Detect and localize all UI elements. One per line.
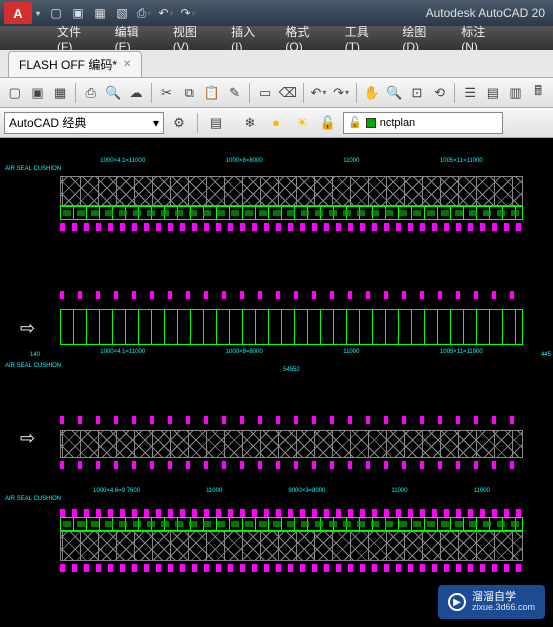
- arrow-icon: ⇨: [20, 428, 35, 449]
- menubar: 文件(F) 编辑(E) 视图(V) 插入(I) 格式(O) 工具(T) 绘图(D…: [0, 26, 553, 50]
- tab-active-document[interactable]: FLASH OFF 编码* ✕: [8, 51, 142, 77]
- zoom-window-icon[interactable]: ⊡: [406, 82, 428, 104]
- air-seal-label: AIR SEAL CUSHION: [5, 496, 61, 502]
- open-icon[interactable]: ▣: [68, 3, 88, 23]
- gear-icon[interactable]: ⚙: [168, 112, 190, 134]
- dimension-ticks: [60, 223, 523, 231]
- block-icon[interactable]: ▭: [254, 82, 276, 104]
- layer-current-name: nctplan: [380, 117, 415, 129]
- drawing-content: AIR SEAL CUSHION 1000×4.1=11000 1000×8=8…: [0, 138, 553, 627]
- separator: [75, 83, 76, 103]
- layer-state-icon[interactable]: ❄: [239, 112, 261, 134]
- drawing-canvas[interactable]: AIR SEAL CUSHION 1000×4.1=11000 1000×8=8…: [0, 138, 553, 627]
- calc-icon[interactable]: 🖩: [527, 82, 549, 104]
- watermark-badge: ▶ 溜溜自学 zixue.3d66.com: [438, 585, 545, 619]
- preview-icon[interactable]: 🔍: [103, 82, 125, 104]
- air-seal-label: AIR SEAL CUSHION: [5, 363, 61, 369]
- menu-dimension[interactable]: 标注(N): [449, 23, 508, 54]
- layer-dropdown[interactable]: 🔓 nctplan: [343, 112, 503, 134]
- dim-left-label: 140: [30, 352, 40, 358]
- separator: [356, 83, 357, 103]
- chevron-down-icon: ▾: [153, 116, 159, 130]
- new-file-icon[interactable]: ▢: [4, 82, 26, 104]
- dimension-row: 1000×4.1=11000 1000×8=8000 11000 1005×11…: [60, 158, 523, 176]
- undo-icon[interactable]: ↶: [156, 3, 176, 23]
- open-file-icon[interactable]: ▣: [27, 82, 49, 104]
- separator: [303, 83, 304, 103]
- copy-icon[interactable]: ⧉: [178, 82, 200, 104]
- eraser-icon[interactable]: ⌫: [277, 82, 299, 104]
- dimension-ticks: [60, 564, 523, 572]
- publish-icon[interactable]: ☁: [125, 82, 147, 104]
- workspace-toolbar: AutoCAD 经典 ▾ ⚙ ▤ ❄ ● ☀ 🔓 🔓 nctplan: [0, 108, 553, 138]
- document-tabbar: FLASH OFF 编码* ✕: [0, 50, 553, 78]
- menu-insert[interactable]: 插入(I): [219, 23, 273, 54]
- dimension-row: 1000×4.1=11000 1000×8=8000 11000 1005×11…: [60, 349, 523, 367]
- menu-edit[interactable]: 编辑(E): [103, 23, 161, 54]
- new-icon[interactable]: ▢: [46, 3, 66, 23]
- zoom-prev-icon[interactable]: ⟲: [429, 82, 451, 104]
- truss-elevation: [60, 531, 523, 561]
- save-file-icon[interactable]: ▦: [49, 82, 71, 104]
- layer-sun-icon[interactable]: ☀: [291, 112, 313, 134]
- menu-draw[interactable]: 绘图(D): [390, 23, 449, 54]
- lock-icon: 🔓: [348, 116, 362, 129]
- quick-access-toolbar: ▢ ▣ ▦ ▧ ⎙ ↶ ↷: [46, 3, 198, 23]
- separator: [249, 83, 250, 103]
- zoom-icon[interactable]: 🔍: [384, 82, 406, 104]
- truss-plan: [60, 430, 523, 458]
- print-icon[interactable]: ⎙: [80, 82, 102, 104]
- match-icon[interactable]: ✎: [224, 82, 246, 104]
- dim-right-label: 445: [541, 352, 551, 358]
- sheet-icon[interactable]: ▤: [482, 82, 504, 104]
- app-title: Autodesk AutoCAD 20: [198, 6, 549, 20]
- workspace-selected-label: AutoCAD 经典: [9, 114, 86, 131]
- separator: [151, 83, 152, 103]
- properties-icon[interactable]: ☰: [459, 82, 481, 104]
- redo-button[interactable]: ↷: [330, 82, 352, 104]
- truss-elevation: [60, 176, 523, 206]
- separator: [454, 83, 455, 103]
- layer-lock-icon[interactable]: 🔓: [317, 112, 339, 134]
- cut-icon[interactable]: ✂: [156, 82, 178, 104]
- tab-label: FLASH OFF 编码*: [19, 56, 117, 73]
- dimension-ticks: [60, 291, 523, 299]
- layer-lightbulb-icon[interactable]: ●: [265, 112, 287, 134]
- play-icon: ▶: [448, 593, 466, 611]
- truss-base: [60, 517, 523, 531]
- paste-icon[interactable]: 📋: [201, 82, 223, 104]
- dimension-ticks: [60, 461, 523, 469]
- pan-icon[interactable]: ✋: [361, 82, 383, 104]
- undo-button[interactable]: ↶: [308, 82, 330, 104]
- total-dim: 54552: [60, 367, 523, 385]
- dimension-row: 1000×4.6=9 7600 11000 9000×3=8000 11000 …: [60, 488, 523, 506]
- dimension-ticks: [60, 509, 523, 517]
- plan-view: [60, 309, 523, 345]
- dimension-ticks: [60, 416, 523, 424]
- workspace-dropdown[interactable]: AutoCAD 经典 ▾: [4, 112, 164, 134]
- close-icon[interactable]: ✕: [123, 59, 131, 70]
- truss-base: [60, 206, 523, 220]
- app-menu-button[interactable]: A: [4, 2, 32, 24]
- layer-panel: ❄ ● ☀ 🔓 🔓 nctplan: [239, 112, 503, 134]
- tool-palette-icon[interactable]: ▥: [505, 82, 527, 104]
- menu-file[interactable]: 文件(F): [45, 23, 103, 54]
- watermark-url: zixue.3d66.com: [472, 603, 535, 613]
- separator: [197, 113, 198, 133]
- plot-icon[interactable]: ⎙: [134, 3, 154, 23]
- saveas-icon[interactable]: ▧: [112, 3, 132, 23]
- air-seal-label: AIR SEAL CUSHION: [5, 166, 61, 172]
- menu-format[interactable]: 格式(O): [273, 23, 332, 54]
- standard-toolbar: ▢ ▣ ▦ ⎙ 🔍 ☁ ✂ ⧉ 📋 ✎ ▭ ⌫ ↶ ↷ ✋ 🔍 ⊡ ⟲ ☰ ▤ …: [0, 78, 553, 108]
- arrow-icon: ⇨: [20, 318, 35, 339]
- save-icon[interactable]: ▦: [90, 3, 110, 23]
- menu-tools[interactable]: 工具(T): [333, 23, 391, 54]
- layer-color-swatch: [366, 118, 376, 128]
- menu-view[interactable]: 视图(V): [161, 23, 219, 54]
- layer-props-icon[interactable]: ▤: [205, 112, 227, 134]
- redo-icon[interactable]: ↷: [178, 3, 198, 23]
